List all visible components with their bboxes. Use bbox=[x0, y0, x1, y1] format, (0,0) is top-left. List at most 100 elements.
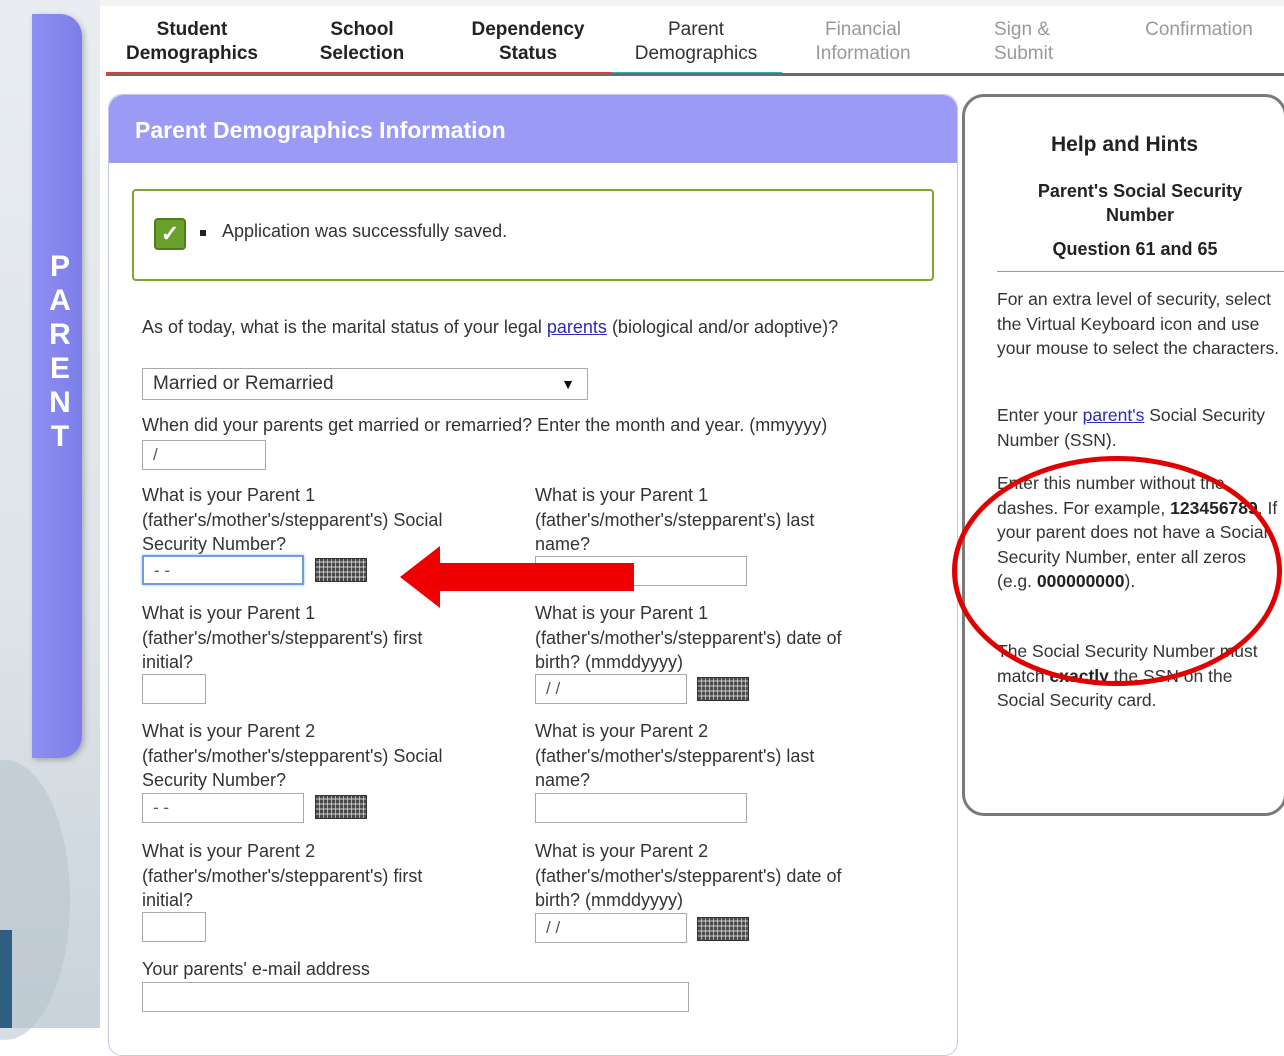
help-paragraph-security: For an extra level of security, select t… bbox=[997, 289, 1280, 358]
marriage-date-input[interactable]: / bbox=[142, 440, 266, 470]
question-line: (father's/mother's/stepparent's) date of bbox=[535, 627, 842, 648]
help-and-hints-panel: Help and Hints Parent's Social Security … bbox=[962, 94, 1284, 816]
parent2-dob-question: What is your Parent 2 (father's/mother's… bbox=[535, 839, 935, 913]
parent1-dob-question: What is your Parent 1 (father's/mother's… bbox=[535, 601, 935, 675]
parent1-last-name-question: What is your Parent 1 (father's/mother's… bbox=[535, 483, 915, 557]
bullet-icon bbox=[200, 230, 206, 236]
nav-step-line2: Information bbox=[815, 43, 911, 64]
marital-question-text-end: (biological and/or adoptive)? bbox=[611, 317, 839, 337]
question-line: birth? (mmddyyyy) bbox=[535, 890, 684, 910]
question-line: birth? (mmddyyyy) bbox=[535, 652, 684, 672]
section-letter: N bbox=[49, 386, 71, 419]
help-text: Enter your bbox=[997, 405, 1078, 425]
nav-step-student-demographics[interactable]: Student Demographics bbox=[106, 18, 282, 76]
parent-link[interactable]: parent's bbox=[1083, 405, 1145, 425]
question-line: What is your Parent 1 bbox=[535, 603, 709, 623]
question-line: What is your Parent 1 bbox=[535, 485, 709, 505]
nav-step-line1: Financial bbox=[824, 19, 902, 40]
nav-step-line1: Confirmation bbox=[1145, 19, 1253, 40]
virtual-keyboard-icon[interactable] bbox=[697, 677, 749, 701]
nav-step-financial-information: Financial Information bbox=[790, 18, 936, 66]
parent2-initial-question: What is your Parent 2 (father's/mother's… bbox=[142, 839, 512, 913]
marriage-date-question: When did your parents get married or rem… bbox=[142, 415, 828, 435]
virtual-keyboard-icon[interactable] bbox=[315, 795, 367, 819]
question-line: (father's/mother's/stepparent's) Social bbox=[142, 745, 443, 766]
parent2-ssn-input[interactable]: - - bbox=[142, 793, 304, 823]
chevron-down-icon: ▼ bbox=[561, 376, 575, 392]
nav-step-line1: Sign & bbox=[994, 19, 1050, 40]
question-line: What is your Parent 2 bbox=[142, 841, 316, 861]
checkmark-icon: ✓ bbox=[154, 218, 186, 250]
parent2-first-initial-input[interactable] bbox=[142, 912, 206, 942]
success-message-box: ✓ Application was successfully saved. bbox=[132, 189, 934, 281]
help-subtitle: Parent's Social Security Number bbox=[1037, 181, 1243, 225]
help-paragraph-enter-ssn: Enter your parent's Social Security Numb… bbox=[997, 403, 1282, 452]
parent-email-input[interactable] bbox=[142, 982, 689, 1012]
question-line: What is your Parent 1 bbox=[142, 485, 316, 505]
question-line: (father's/mother's/stepparent's) first bbox=[142, 865, 423, 886]
email-label: Your parents' e-mail address bbox=[142, 959, 370, 979]
nav-step-line1: Student bbox=[156, 19, 228, 40]
annotation-arrow-icon bbox=[400, 546, 440, 608]
nav-step-line2: Status bbox=[498, 43, 558, 64]
nav-step-line2: Demographics bbox=[634, 43, 758, 64]
parent2-ssn-question: What is your Parent 2 (father's/mother's… bbox=[142, 719, 512, 793]
parent1-initial-question: What is your Parent 1 (father's/mother's… bbox=[142, 601, 512, 675]
parents-link[interactable]: parents bbox=[547, 317, 607, 337]
question-line: (father's/mother's/stepparent's) date of bbox=[535, 865, 842, 886]
help-title: Help and Hints bbox=[1050, 133, 1198, 156]
section-letter: A bbox=[49, 284, 71, 317]
question-line: (father's/mother's/stepparent's) last bbox=[535, 509, 815, 530]
marital-status-value: Married or Remarried bbox=[153, 373, 334, 394]
question-line: What is your Parent 2 bbox=[535, 841, 709, 861]
help-divider bbox=[997, 271, 1284, 272]
nav-step-confirmation: Confirmation bbox=[1124, 18, 1274, 42]
annotation-arrow-body bbox=[436, 563, 634, 591]
nav-step-sign-submit: Sign & Submit bbox=[994, 18, 1066, 66]
backdrop-block bbox=[0, 930, 12, 1028]
section-tab-parent: P A R E N T bbox=[32, 14, 82, 758]
nav-step-dependency-status[interactable]: Dependency Status bbox=[442, 18, 612, 76]
nav-step-line2: Selection bbox=[319, 43, 405, 64]
help-question-number: Question 61 and 65 bbox=[1052, 239, 1218, 259]
parent2-dob-input[interactable]: / / bbox=[535, 913, 687, 943]
section-letter: P bbox=[49, 250, 70, 283]
parent1-first-initial-input[interactable] bbox=[142, 674, 206, 704]
question-line: Security Number? bbox=[142, 770, 287, 790]
success-message: Application was successfully saved. bbox=[222, 221, 508, 241]
question-line: name? bbox=[535, 534, 591, 554]
parent2-last-name-question: What is your Parent 2 (father's/mother's… bbox=[535, 719, 915, 793]
parent2-last-name-input[interactable] bbox=[535, 793, 747, 823]
virtual-keyboard-icon[interactable] bbox=[697, 917, 749, 941]
annotation-circle bbox=[952, 456, 1282, 686]
panel-title: Parent Demographics Information bbox=[109, 95, 957, 163]
virtual-keyboard-icon[interactable] bbox=[315, 558, 367, 582]
section-letter: T bbox=[50, 420, 70, 453]
question-line: What is your Parent 1 bbox=[142, 603, 316, 623]
question-line: What is your Parent 2 bbox=[535, 721, 709, 741]
marital-question-text: As of today, what is the marital status … bbox=[142, 317, 542, 337]
nav-step-line1: Dependency bbox=[471, 19, 585, 40]
nav-step-school-selection[interactable]: School Selection bbox=[282, 18, 442, 76]
nav-step-parent-demographics[interactable]: Parent Demographics bbox=[612, 18, 782, 76]
nav-divider bbox=[110, 73, 1284, 76]
marital-status-question: As of today, what is the marital status … bbox=[142, 315, 842, 340]
parent1-ssn-input[interactable]: - - bbox=[142, 555, 304, 585]
parent1-ssn-question: What is your Parent 1 (father's/mother's… bbox=[142, 483, 512, 557]
question-line: (father's/mother's/stepparent's) first bbox=[142, 627, 423, 648]
question-line: initial? bbox=[142, 890, 194, 910]
marital-status-select[interactable]: Married or Remarried ▼ bbox=[142, 368, 588, 400]
question-line: Security Number? bbox=[142, 534, 287, 554]
nav-step-line2: Submit bbox=[994, 43, 1054, 64]
progress-nav: Student Demographics School Selection De… bbox=[106, 16, 1284, 76]
parent1-dob-input[interactable]: / / bbox=[535, 674, 687, 704]
question-line: (father's/mother's/stepparent's) Social bbox=[142, 509, 443, 530]
question-line: What is your Parent 2 bbox=[142, 721, 316, 741]
section-letter: R bbox=[49, 318, 71, 351]
top-strip bbox=[0, 0, 1284, 6]
question-line: (father's/mother's/stepparent's) last bbox=[535, 745, 815, 766]
nav-step-line1: School bbox=[330, 19, 394, 40]
nav-step-line2: Demographics bbox=[126, 43, 258, 64]
question-line: initial? bbox=[142, 652, 194, 672]
question-line: name? bbox=[535, 770, 591, 790]
